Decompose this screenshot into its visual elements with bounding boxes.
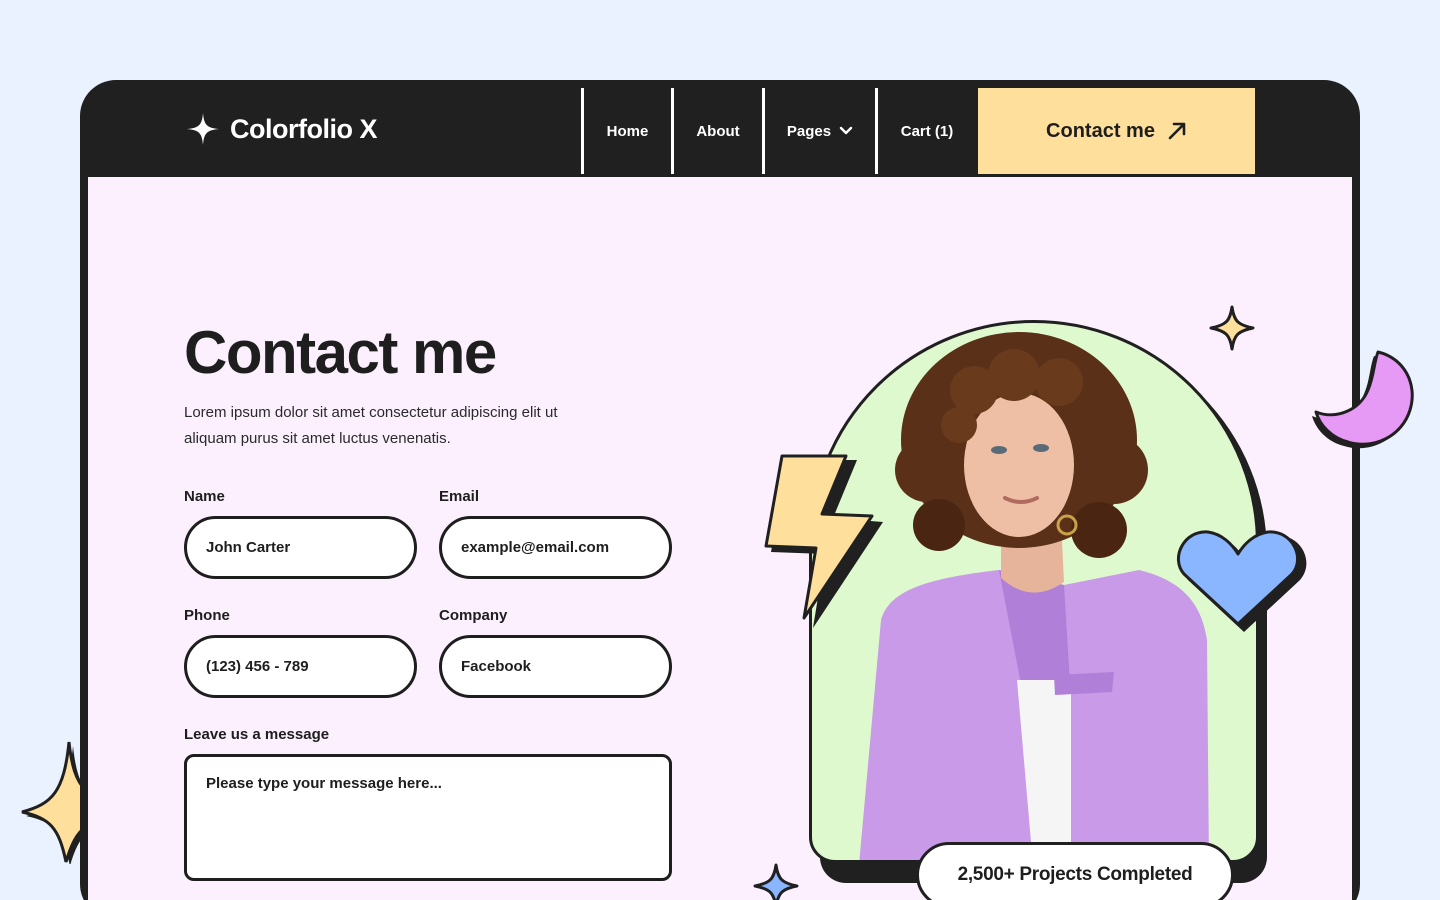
- name-field[interactable]: John Carter: [184, 516, 417, 579]
- nav-pages[interactable]: Pages: [762, 88, 875, 174]
- company-field[interactable]: Facebook: [439, 635, 672, 698]
- brand-logo[interactable]: Colorfolio X: [186, 112, 377, 146]
- nav-pages-label: Pages: [786, 122, 832, 140]
- projects-badge: 2,500+ Projects Completed: [916, 842, 1234, 900]
- arrow-up-right-icon: [1168, 122, 1186, 140]
- phone-label: Phone: [184, 607, 230, 624]
- name-label: Name: [184, 488, 225, 505]
- phone-field[interactable]: (123) 456 - 789: [184, 635, 417, 698]
- nav-cart[interactable]: Cart (1): [875, 88, 976, 174]
- message-label: Leave us a message: [184, 726, 330, 743]
- contact-me-label: Contact me: [1046, 119, 1155, 142]
- sparkle-logo-icon: [187, 113, 219, 145]
- lightning-icon: [764, 454, 883, 628]
- brand-name: Colorfolio X: [230, 113, 377, 144]
- star-small-blue-icon: [753, 863, 799, 900]
- nav-about[interactable]: About: [671, 88, 762, 174]
- moon-icon: [1312, 350, 1414, 449]
- lead-paragraph: Lorem ipsum dolor sit amet consectetur a…: [184, 404, 558, 447]
- main-nav: Home About Pages Cart (1): [581, 88, 976, 174]
- page-title: Contact me: [184, 319, 497, 386]
- email-field[interactable]: example@email.com: [439, 516, 672, 579]
- star-icon: [1209, 305, 1255, 351]
- chevron-down-icon: [839, 126, 853, 135]
- heart-icon: [1177, 530, 1307, 632]
- email-label: Email: [439, 488, 480, 505]
- contact-me-button[interactable]: Contact me: [978, 88, 1255, 174]
- company-label: Company: [439, 607, 508, 624]
- nav-home[interactable]: Home: [581, 88, 671, 174]
- message-textarea[interactable]: Please type your message here...: [184, 754, 672, 881]
